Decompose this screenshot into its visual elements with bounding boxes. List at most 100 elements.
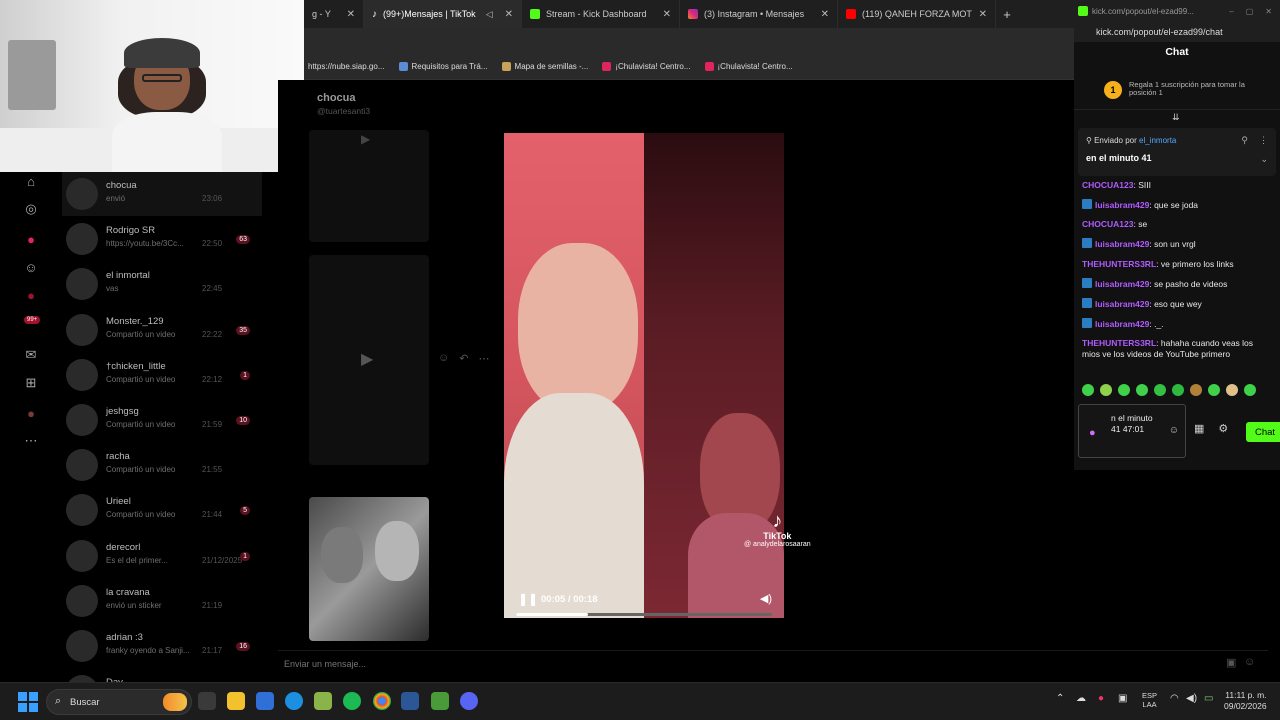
emote-icon[interactable]: [1154, 384, 1166, 396]
conversation-item[interactable]: el inmortal vas 22:45: [62, 262, 262, 306]
new-tab-button[interactable]: +: [996, 7, 1018, 22]
conversation-item[interactable]: derecorl Es el del primer... 21/12/2025 1: [62, 534, 262, 578]
shared-video-card-1[interactable]: ▶: [309, 130, 429, 242]
bookmark-chulavista-1[interactable]: ¡Chulavista! Centro...: [602, 62, 691, 71]
kick-url[interactable]: kick.com/popout/el-ezad99/chat: [1074, 22, 1280, 42]
chat-username[interactable]: luisabram429: [1095, 200, 1149, 210]
close-icon[interactable]: ✕: [1265, 7, 1272, 16]
conversation-item[interactable]: adrian :3 franky oyendo a Sanji... 21:17 16: [62, 624, 262, 668]
chevron-up-icon[interactable]: ⌃: [1056, 693, 1064, 704]
chat-message[interactable]: CHOCUA123: SIII: [1082, 180, 1272, 191]
gift-leaderboard[interactable]: 1 Regala 1 suscripción para tomar la pos…: [1074, 70, 1280, 110]
emoji-icon[interactable]: ☺: [1169, 425, 1179, 436]
unpin-icon[interactable]: ⚲: [1241, 135, 1248, 146]
conversation-item[interactable]: jeshgsg Compartió un video 21:59 10: [62, 398, 262, 442]
chat-username[interactable]: CHOCUA123: [1082, 180, 1134, 190]
emoji-icon[interactable]: ☺: [438, 352, 449, 365]
cloud-icon[interactable]: ☁: [1076, 693, 1086, 704]
close-icon[interactable]: ✕: [505, 9, 513, 20]
explore-icon[interactable]: ◎: [22, 200, 40, 218]
app-tray-icon[interactable]: ▣: [1118, 693, 1127, 704]
emote-icon[interactable]: [1100, 384, 1112, 396]
chat-message[interactable]: luisabram429: que se joda: [1082, 199, 1272, 211]
outlook-icon[interactable]: [401, 692, 419, 710]
emote-icon[interactable]: [1136, 384, 1148, 396]
minecraft-icon[interactable]: [314, 692, 332, 710]
battery-icon[interactable]: ▭: [1204, 693, 1213, 704]
following-icon[interactable]: ☺: [22, 258, 40, 276]
volume-icon[interactable]: ◀): [1186, 693, 1197, 704]
conversation-item[interactable]: Monster._129 Compartió un video 22:22 35: [62, 308, 262, 352]
emote-icon[interactable]: [1226, 384, 1238, 396]
tab-youtube-2[interactable]: (119) QANEH FORZA MOTORS ✕: [838, 0, 996, 28]
close-icon[interactable]: ✕: [663, 9, 671, 20]
chat-message[interactable]: THEHUNTERS3RL: ve primero los links: [1082, 259, 1272, 270]
bookmark-mapa[interactable]: Mapa de semillas -...: [501, 62, 588, 71]
pause-button[interactable]: ❚❚: [518, 592, 538, 606]
emote-icon[interactable]: [1244, 384, 1256, 396]
chat-username[interactable]: THEHUNTERS3RL: [1082, 259, 1156, 269]
chat-username[interactable]: luisabram429: [1095, 239, 1149, 249]
tab-kick[interactable]: Stream - Kick Dashboard ✕: [522, 0, 680, 28]
chat-message[interactable]: luisabram429: ._.: [1082, 317, 1272, 330]
more-icon[interactable]: ⋯: [22, 432, 40, 450]
mic-icon[interactable]: ●: [1089, 427, 1096, 439]
image-icon[interactable]: ▣: [1226, 656, 1236, 669]
pinned-message[interactable]: ⚲ Enviado por el_inmorta en el minuto 41…: [1078, 128, 1276, 176]
activity-icon[interactable]: ●: [22, 286, 40, 304]
maximize-icon[interactable]: ▢: [1246, 7, 1254, 16]
minimize-icon[interactable]: –: [1229, 7, 1233, 16]
shared-photo[interactable]: [309, 497, 429, 641]
profile-icon[interactable]: ●: [22, 404, 40, 422]
video-progress-bar[interactable]: [516, 613, 772, 616]
conversation-item[interactable]: †chicken_little Compartió un video 22:12 1: [62, 353, 262, 397]
bookmark-siap[interactable]: https://nube.siap.go...: [308, 62, 385, 71]
messages-icon[interactable]: ✉: [22, 346, 40, 364]
taskbar-search[interactable]: ⌕ Buscar: [46, 689, 192, 715]
calendar-icon[interactable]: ▦: [1194, 422, 1204, 435]
chat-username[interactable]: CHOCUA123: [1082, 219, 1134, 229]
edge-icon[interactable]: [285, 692, 303, 710]
volume-icon[interactable]: ◀): [760, 592, 772, 605]
bookmark-requisitos[interactable]: Requisitos para Trá...: [398, 62, 488, 71]
emote-icon[interactable]: [1190, 384, 1202, 396]
conversation-item[interactable]: Rodrigo SR https://youtu.be/3Cc... 22:50 63: [62, 217, 262, 261]
conversation-item[interactable]: chocua envió 23:06: [62, 172, 262, 216]
conversation-item[interactable]: la cravana envió un sticker 21:19: [62, 579, 262, 623]
task-view-icon[interactable]: [198, 692, 216, 710]
bookmark-chulavista-2[interactable]: ¡Chulavista! Centro...: [704, 62, 793, 71]
conversation-item[interactable]: racha Compartió un video 21:55: [62, 443, 262, 487]
mic-icon[interactable]: ●: [1098, 693, 1104, 704]
shared-video-card-2[interactable]: ▶: [309, 255, 429, 465]
store-icon[interactable]: [256, 692, 274, 710]
xbox-icon[interactable]: [343, 692, 361, 710]
video-player[interactable]: [504, 133, 784, 618]
gear-icon[interactable]: ⚙: [1218, 422, 1228, 435]
wifi-icon[interactable]: ◠: [1170, 693, 1179, 704]
chat-username[interactable]: luisabram429: [1095, 279, 1149, 289]
language-indicator[interactable]: ESP LAA: [1142, 691, 1157, 709]
scroll-down-icon[interactable]: ⇊: [1172, 112, 1180, 123]
upload-icon[interactable]: ⊞: [22, 374, 40, 392]
message-input[interactable]: [284, 656, 684, 672]
send-chat-button[interactable]: Chat: [1246, 422, 1280, 442]
chat-input[interactable]: ● n el minuto 41 47:01 ☺: [1078, 404, 1186, 458]
mute-icon[interactable]: ◁: [486, 9, 493, 20]
chat-username[interactable]: luisabram429: [1095, 319, 1149, 329]
live-icon[interactable]: ●: [22, 230, 40, 248]
conversation-item[interactable]: Urieel Compartió un video 21:44 5: [62, 488, 262, 532]
chat-message[interactable]: CHOCUA123: se: [1082, 219, 1272, 230]
close-icon[interactable]: ✕: [979, 9, 987, 20]
emote-icon[interactable]: [1172, 384, 1184, 396]
emote-icon[interactable]: [1208, 384, 1220, 396]
chat-title[interactable]: chocua: [317, 92, 370, 104]
chat-message[interactable]: luisabram429: son un vrgl: [1082, 238, 1272, 250]
more-icon[interactable]: ⋮: [1259, 135, 1268, 146]
chevron-down-icon[interactable]: ⌄: [1260, 154, 1268, 165]
file-explorer-icon[interactable]: [227, 692, 245, 710]
home-icon[interactable]: ⌂: [22, 172, 40, 190]
close-icon[interactable]: ✕: [347, 9, 355, 20]
close-icon[interactable]: ✕: [821, 9, 829, 20]
chat-username[interactable]: luisabram429: [1095, 299, 1149, 309]
reply-icon[interactable]: ↶: [459, 352, 468, 365]
